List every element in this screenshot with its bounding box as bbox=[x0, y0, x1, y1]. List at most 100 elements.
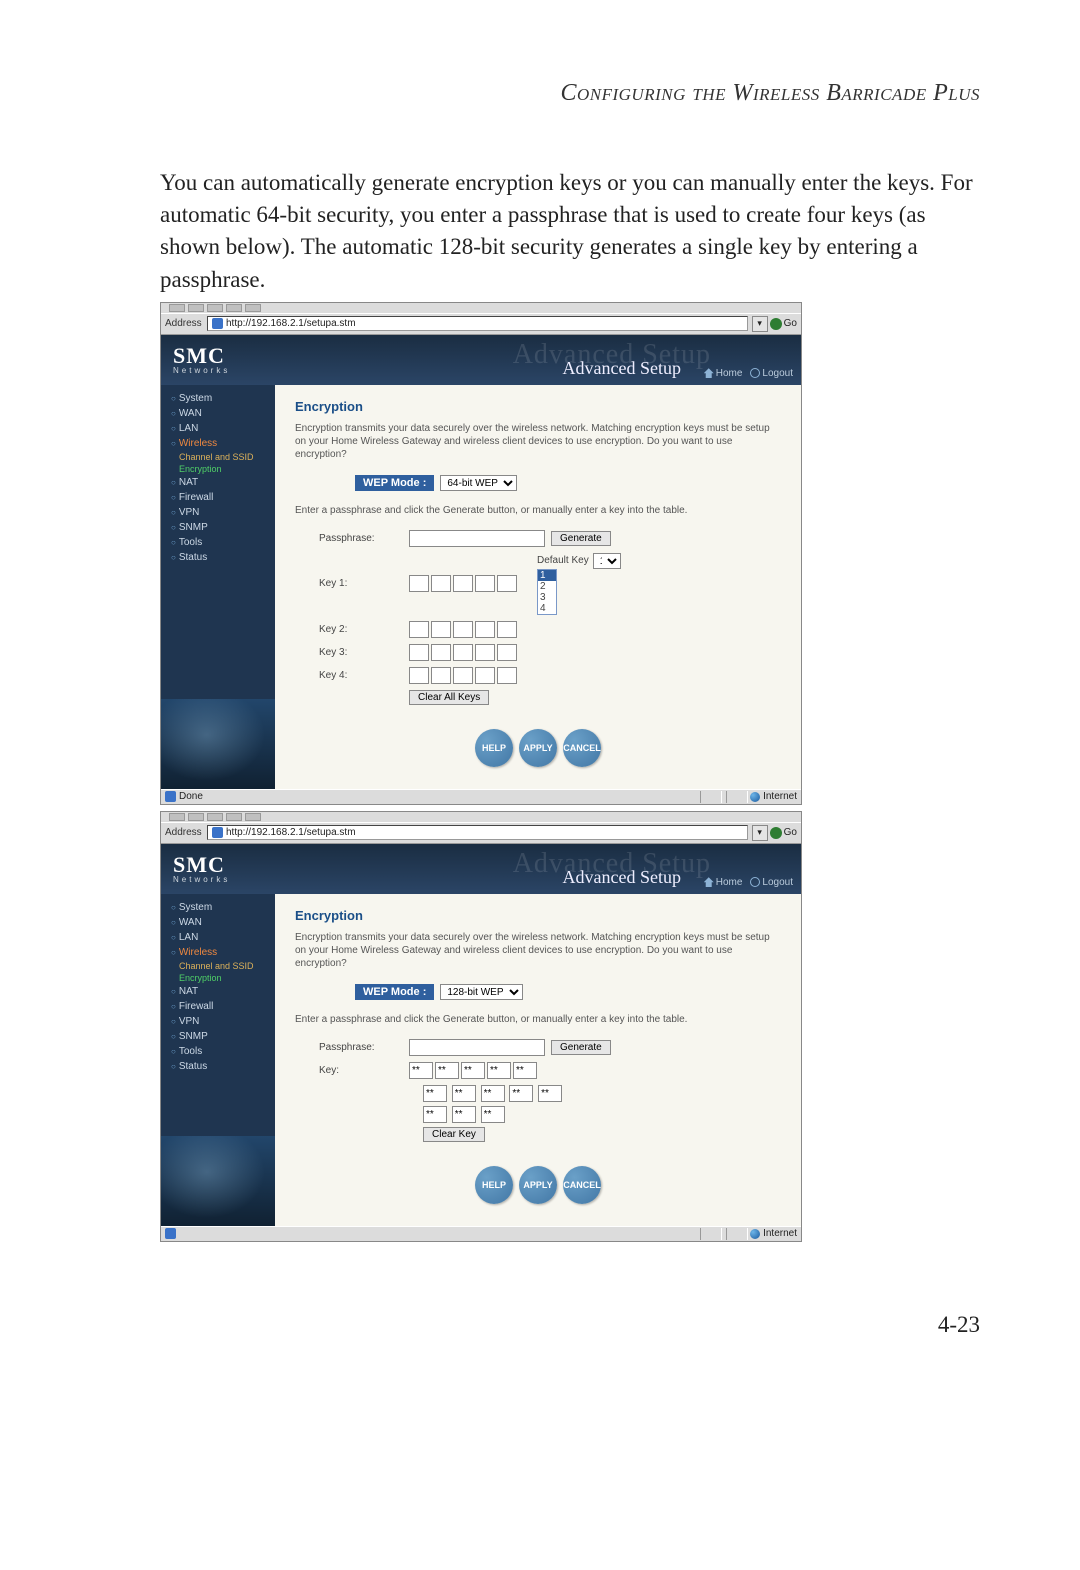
key128-b6[interactable] bbox=[423, 1085, 447, 1102]
key3-box-4[interactable] bbox=[475, 644, 495, 661]
go-label[interactable]: Go bbox=[784, 318, 797, 329]
sidebar-item-snmp[interactable]: ○SNMP bbox=[161, 1029, 275, 1044]
sidebar-item-wireless[interactable]: ○Wireless bbox=[161, 436, 275, 451]
key1-box-2[interactable] bbox=[431, 575, 451, 592]
wep-mode-select[interactable]: 128-bit WEP bbox=[440, 984, 523, 1000]
content-heading: Encryption bbox=[295, 399, 781, 414]
key128-b10[interactable] bbox=[538, 1085, 562, 1102]
default-key-select[interactable]: 1 bbox=[593, 553, 621, 569]
logout-icon bbox=[750, 368, 760, 378]
key128-b12[interactable] bbox=[452, 1106, 476, 1123]
generate-button[interactable]: Generate bbox=[551, 531, 611, 546]
key128-b2[interactable] bbox=[435, 1062, 459, 1079]
sidebar-item-nat[interactable]: ○NAT bbox=[161, 475, 275, 490]
generate-button[interactable]: Generate bbox=[551, 1040, 611, 1055]
wep-mode-label: WEP Mode : bbox=[355, 475, 434, 491]
sidebar-item-firewall[interactable]: ○Firewall bbox=[161, 490, 275, 505]
passphrase-input[interactable] bbox=[409, 1039, 545, 1056]
default-key-option-1[interactable]: 1 bbox=[538, 570, 556, 581]
key3-box-2[interactable] bbox=[431, 644, 451, 661]
go-icon[interactable] bbox=[770, 827, 782, 839]
key128-b4[interactable] bbox=[487, 1062, 511, 1079]
sidebar-item-wan[interactable]: ○WAN bbox=[161, 915, 275, 930]
key4-box-1[interactable] bbox=[409, 667, 429, 684]
key1-box-5[interactable] bbox=[497, 575, 517, 592]
key128-b5[interactable] bbox=[513, 1062, 537, 1079]
key128-b11[interactable] bbox=[423, 1106, 447, 1123]
content-description: Encryption transmits your data securely … bbox=[295, 931, 781, 970]
passphrase-input[interactable] bbox=[409, 530, 545, 547]
sidebar-sub-channel-ssid[interactable]: Channel and SSID bbox=[161, 960, 275, 972]
home-link[interactable]: Home bbox=[704, 877, 743, 888]
cancel-button[interactable]: CANCEL bbox=[563, 1166, 601, 1204]
help-button[interactable]: HELP bbox=[475, 729, 513, 767]
key2-box-3[interactable] bbox=[453, 621, 473, 638]
key4-box-5[interactable] bbox=[497, 667, 517, 684]
key2-box-2[interactable] bbox=[431, 621, 451, 638]
sidebar-item-system[interactable]: ○System bbox=[161, 900, 275, 915]
key128-b7[interactable] bbox=[452, 1085, 476, 1102]
key2-box-4[interactable] bbox=[475, 621, 495, 638]
key3-box-5[interactable] bbox=[497, 644, 517, 661]
clear-all-keys-button[interactable]: Clear All Keys bbox=[409, 690, 489, 705]
key1-box-4[interactable] bbox=[475, 575, 495, 592]
key4-box-2[interactable] bbox=[431, 667, 451, 684]
key2-box-1[interactable] bbox=[409, 621, 429, 638]
status-zone-text: Internet bbox=[763, 791, 797, 802]
go-label[interactable]: Go bbox=[784, 827, 797, 838]
key128-b1[interactable] bbox=[409, 1062, 433, 1079]
default-key-option-3[interactable]: 3 bbox=[538, 592, 556, 603]
home-link[interactable]: Home bbox=[704, 368, 743, 379]
address-bar: Address http://192.168.2.1/setupa.stm ▾ … bbox=[161, 313, 801, 335]
sidebar-item-status[interactable]: ○Status bbox=[161, 550, 275, 565]
help-button[interactable]: HELP bbox=[475, 1166, 513, 1204]
sidebar-item-tools[interactable]: ○Tools bbox=[161, 1044, 275, 1059]
header-title: Advanced Setup bbox=[563, 867, 681, 888]
key128-b13[interactable] bbox=[481, 1106, 505, 1123]
default-key-open-list[interactable]: 1 2 3 4 bbox=[537, 569, 557, 615]
home-label: Home bbox=[716, 368, 743, 379]
sidebar-item-firewall[interactable]: ○Firewall bbox=[161, 999, 275, 1014]
sidebar-item-nat[interactable]: ○NAT bbox=[161, 984, 275, 999]
logout-link[interactable]: Logout bbox=[750, 368, 793, 379]
sidebar-sub-channel-ssid[interactable]: Channel and SSID bbox=[161, 451, 275, 463]
wep-mode-select[interactable]: 64-bit WEP bbox=[440, 475, 517, 491]
go-icon[interactable] bbox=[770, 318, 782, 330]
clear-key-button[interactable]: Clear Key bbox=[423, 1127, 485, 1142]
apply-button[interactable]: APPLY bbox=[519, 729, 557, 767]
sidebar-item-vpn[interactable]: ○VPN bbox=[161, 1014, 275, 1029]
default-key-option-2[interactable]: 2 bbox=[538, 581, 556, 592]
key128-b8[interactable] bbox=[481, 1085, 505, 1102]
sidebar-item-tools[interactable]: ○Tools bbox=[161, 535, 275, 550]
sidebar-item-wan[interactable]: ○WAN bbox=[161, 406, 275, 421]
cancel-button[interactable]: CANCEL bbox=[563, 729, 601, 767]
sidebar-item-snmp[interactable]: ○SNMP bbox=[161, 520, 275, 535]
default-key-option-4[interactable]: 4 bbox=[538, 603, 556, 614]
sidebar-item-lan[interactable]: ○LAN bbox=[161, 421, 275, 436]
sidebar-sub-encryption[interactable]: Encryption bbox=[161, 972, 275, 984]
address-dropdown-button[interactable]: ▾ bbox=[752, 316, 768, 332]
key4-box-4[interactable] bbox=[475, 667, 495, 684]
address-field[interactable]: http://192.168.2.1/setupa.stm bbox=[207, 316, 748, 331]
key128-b3[interactable] bbox=[461, 1062, 485, 1079]
logout-link[interactable]: Logout bbox=[750, 877, 793, 888]
smc-logo: SMC Networks bbox=[161, 854, 230, 884]
key128-b9[interactable] bbox=[509, 1085, 533, 1102]
apply-button[interactable]: APPLY bbox=[519, 1166, 557, 1204]
key1-box-3[interactable] bbox=[453, 575, 473, 592]
sidebar-item-lan[interactable]: ○LAN bbox=[161, 930, 275, 945]
default-key-label: Default Key bbox=[537, 555, 589, 566]
key3-label: Key 3: bbox=[295, 647, 409, 658]
address-dropdown-button[interactable]: ▾ bbox=[752, 825, 768, 841]
key3-box-1[interactable] bbox=[409, 644, 429, 661]
key4-box-3[interactable] bbox=[453, 667, 473, 684]
sidebar-sub-encryption[interactable]: Encryption bbox=[161, 463, 275, 475]
sidebar-item-vpn[interactable]: ○VPN bbox=[161, 505, 275, 520]
key2-box-5[interactable] bbox=[497, 621, 517, 638]
sidebar-item-wireless[interactable]: ○Wireless bbox=[161, 945, 275, 960]
sidebar-item-system[interactable]: ○System bbox=[161, 391, 275, 406]
sidebar-item-status[interactable]: ○Status bbox=[161, 1059, 275, 1074]
key1-box-1[interactable] bbox=[409, 575, 429, 592]
address-field[interactable]: http://192.168.2.1/setupa.stm bbox=[207, 825, 748, 840]
key3-box-3[interactable] bbox=[453, 644, 473, 661]
